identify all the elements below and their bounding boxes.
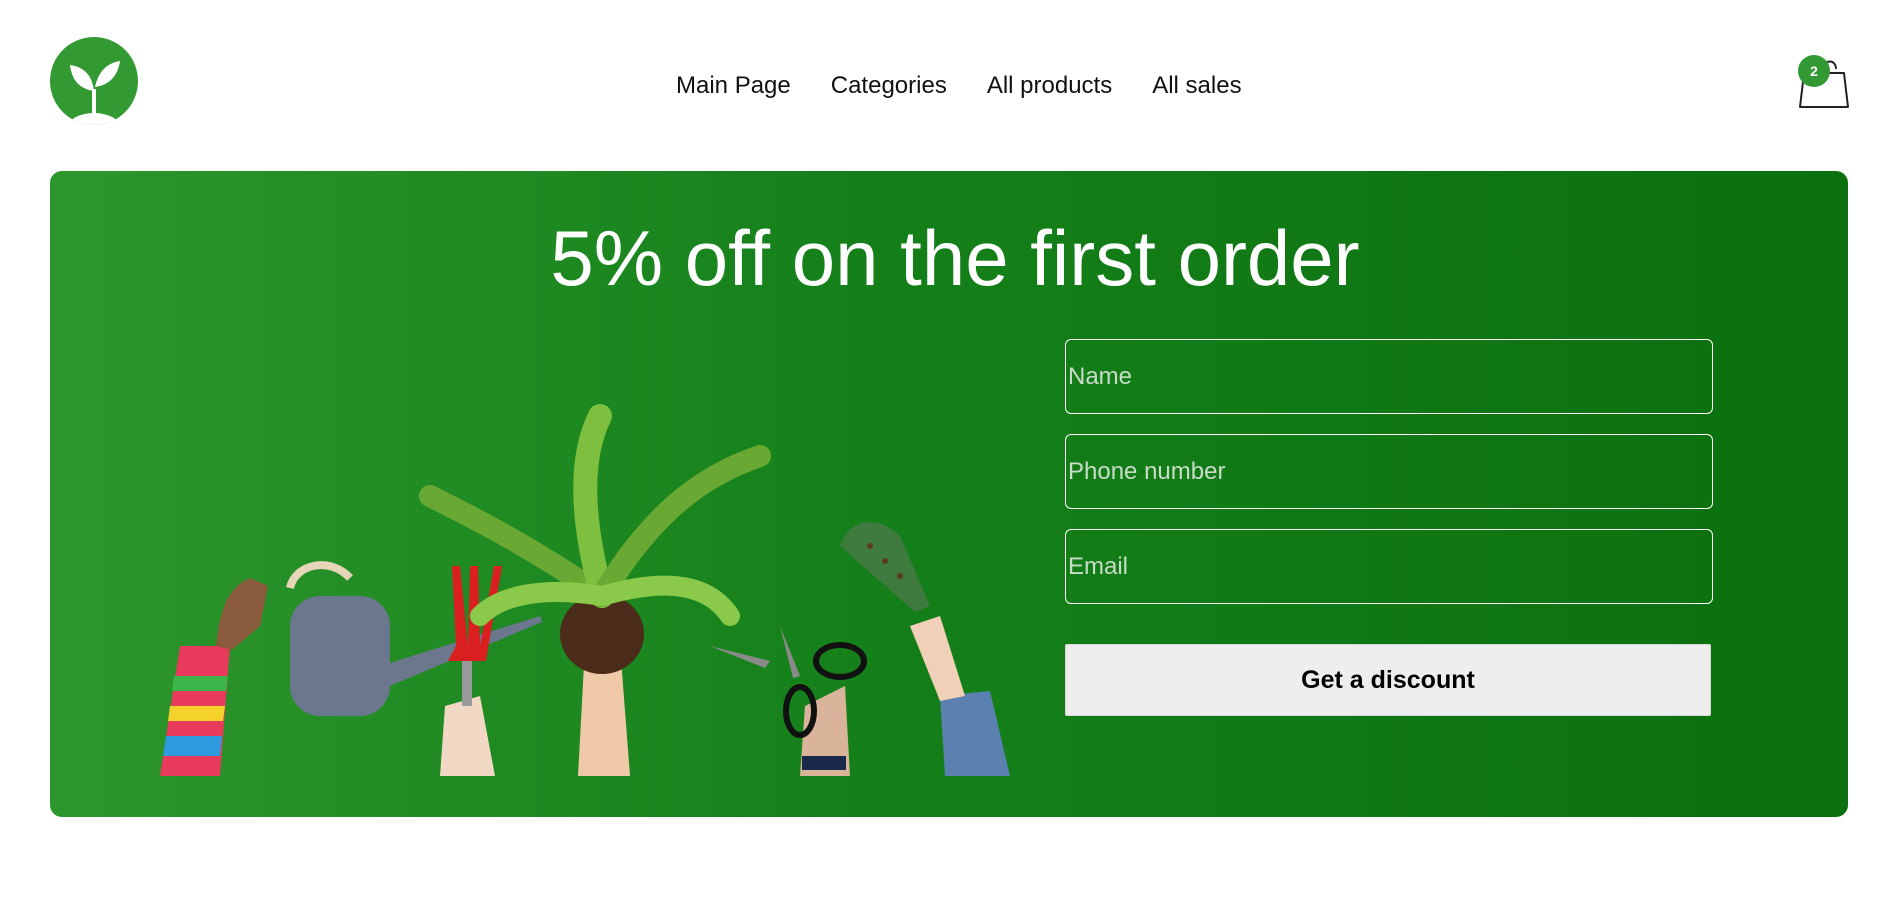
trowel-icon	[840, 522, 1010, 776]
name-field[interactable]	[1065, 339, 1713, 414]
banner-title: 5% off on the first order	[550, 214, 1360, 302]
cart-count-badge: 2	[1798, 55, 1830, 87]
nav-categories[interactable]: Categories	[831, 72, 947, 100]
logo[interactable]	[50, 37, 138, 125]
email-field[interactable]	[1065, 529, 1713, 604]
nav-all-products[interactable]: All products	[987, 72, 1112, 100]
discount-banner: 5% off on the first order Name Phone num…	[50, 171, 1848, 817]
site-header: Main Page Categories All products All sa…	[0, 0, 1898, 170]
nav-all-sales[interactable]: All sales	[1152, 72, 1241, 100]
get-discount-button[interactable]: Get a discount	[1065, 644, 1711, 716]
discount-form: Get a discount	[1065, 339, 1713, 716]
main-nav: Main Page Categories All products All sa…	[676, 72, 1242, 100]
cart-button[interactable]: 2	[1798, 55, 1850, 111]
phone-field[interactable]	[1065, 434, 1713, 509]
sprout-logo-icon	[68, 61, 120, 125]
pruning-shears-icon	[710, 626, 867, 776]
nav-main-page[interactable]: Main Page	[676, 72, 791, 100]
hands-holding-garden-tools-image	[160, 404, 1010, 776]
